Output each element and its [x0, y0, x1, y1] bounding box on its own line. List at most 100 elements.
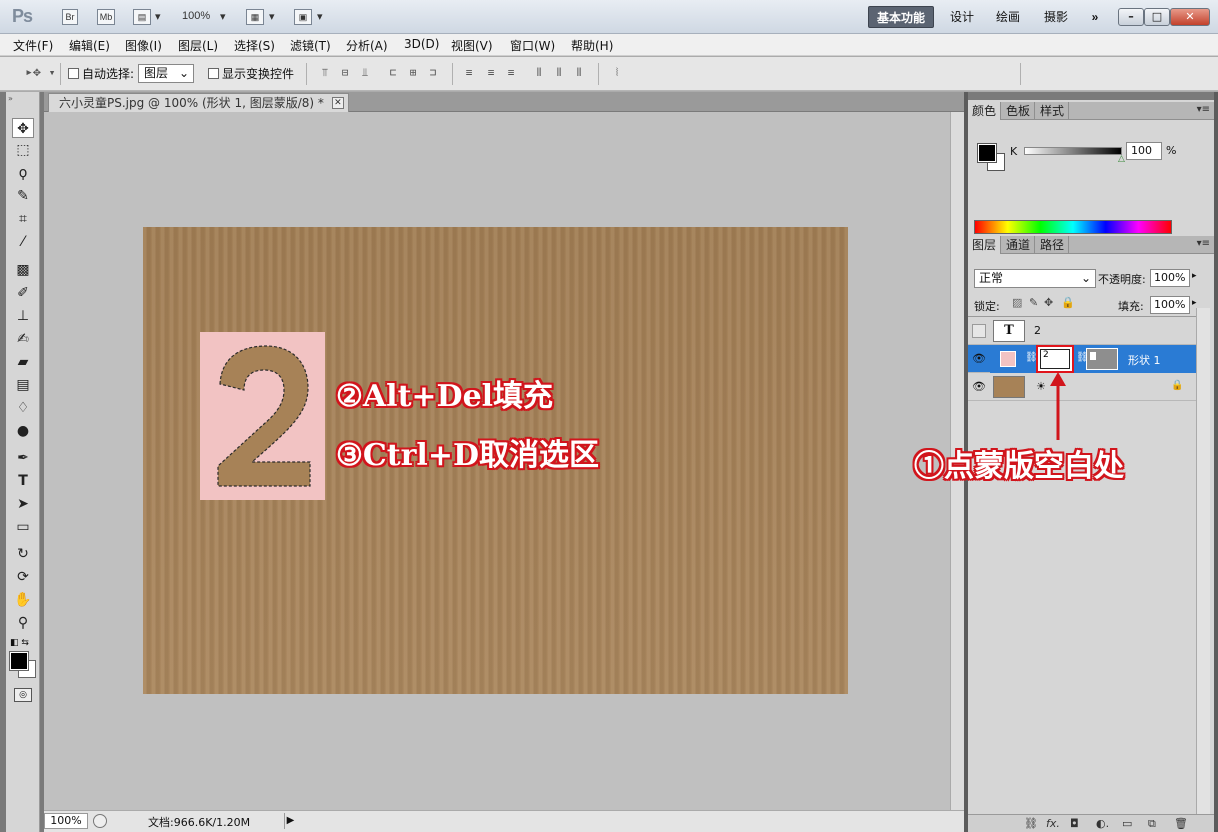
screen-mode-dropdown-icon[interactable]: ▾ [317, 10, 323, 23]
new-layer-icon[interactable]: ⧉ [1148, 817, 1156, 831]
tab-color[interactable]: 颜色 [968, 102, 1002, 120]
menu-analysis[interactable]: 分析(A) [346, 37, 388, 54]
hand-tool-icon[interactable]: ✋ [12, 590, 34, 610]
history-brush-tool-icon[interactable]: ✍ [12, 329, 34, 349]
foreground-color-swatch[interactable] [9, 651, 29, 671]
color-panel-foreground-swatch[interactable] [977, 143, 997, 163]
color-spectrum-bar[interactable] [974, 220, 1172, 234]
more-workspaces-icon[interactable]: » [1084, 6, 1106, 28]
lock-pixels-icon[interactable]: ✎ [1029, 296, 1038, 309]
k-slider[interactable] [1024, 147, 1122, 155]
extras-icon[interactable]: ▤ [133, 9, 151, 25]
auto-select-checkbox[interactable] [68, 68, 79, 79]
auto-select-target-select[interactable]: 图层 ⌄ [138, 64, 194, 83]
document-tab[interactable]: 六小灵童PS.jpg @ 100% (形状 1, 图层蒙版/8) * ✕ [48, 93, 349, 112]
distribute-right-icon[interactable]: ⦀ [572, 66, 586, 80]
opacity-field[interactable]: 100% [1150, 269, 1190, 287]
menu-edit[interactable]: 编辑(E) [69, 37, 110, 54]
close-document-icon[interactable]: ✕ [331, 97, 344, 109]
maximize-button[interactable]: □ [1144, 8, 1170, 26]
distribute-left-icon[interactable]: ⦀ [532, 66, 546, 80]
eye-icon[interactable]: 👁 [972, 352, 986, 366]
layer-row-text[interactable]: T 2 [968, 317, 1196, 345]
opacity-dropdown-icon[interactable]: ▸ [1192, 271, 1197, 281]
workspace-painting[interactable]: 绘画 [990, 6, 1026, 28]
bridge-button[interactable]: Br [62, 9, 78, 25]
fill-field[interactable]: 100% [1150, 296, 1190, 314]
layer-mask-thumbnail[interactable]: 2 [1036, 345, 1074, 373]
lasso-tool-icon[interactable]: ϙ [12, 163, 34, 183]
blur-tool-icon[interactable]: ♢ [12, 398, 34, 418]
eye-icon[interactable]: 👁 [972, 380, 986, 394]
menu-layer[interactable]: 图层(L) [178, 37, 218, 54]
workspace-essentials[interactable]: 基本功能 [868, 6, 934, 28]
new-group-icon[interactable]: ▭ [1122, 817, 1132, 830]
panel-menu-icon[interactable]: ▾≡ [1197, 238, 1210, 249]
status-info-icon[interactable] [93, 814, 107, 828]
workspace-design[interactable]: 设计 [944, 6, 980, 28]
eyedropper-tool-icon[interactable]: ⁄ [12, 232, 34, 252]
align-vcenter-icon[interactable]: ⊟ [338, 66, 352, 80]
move-tool-preset-icon[interactable]: ▸✥ [20, 66, 46, 80]
align-bottom-icon[interactable]: ⫫ [358, 66, 372, 80]
zoom-dropdown-icon[interactable]: ▾ [220, 10, 226, 23]
default-colors-icon[interactable]: ◧ ⇆ [10, 638, 29, 648]
eraser-tool-icon[interactable]: ▰ [12, 352, 34, 372]
menu-filter[interactable]: 滤镜(T) [290, 37, 331, 54]
blend-mode-select[interactable]: 正常 ⌄ [974, 269, 1096, 288]
close-window-button[interactable]: ✕ [1170, 8, 1210, 26]
marquee-tool-icon[interactable]: ⬚ [12, 140, 34, 160]
zoom-field[interactable]: 100% [44, 813, 88, 829]
align-top-icon[interactable]: ⫪ [318, 66, 332, 80]
link-layers-icon[interactable]: ⛓ [1024, 817, 1038, 830]
layers-scrollbar[interactable] [1196, 308, 1210, 816]
crop-tool-icon[interactable]: ⌗ [12, 209, 34, 229]
extras-dropdown-icon[interactable]: ▾ [155, 10, 161, 23]
move-tool-icon[interactable]: ✥ [12, 118, 34, 138]
distribute-vcenter-icon[interactable]: ≡ [484, 66, 498, 80]
vector-mask-thumbnail[interactable] [1086, 348, 1118, 370]
add-mask-icon[interactable]: ◘ [1070, 817, 1079, 830]
lock-all-icon[interactable]: 🔒 [1061, 296, 1075, 309]
collapse-icon[interactable]: » [8, 94, 13, 103]
delete-layer-icon[interactable]: 🗑 [1174, 817, 1188, 830]
tab-channels[interactable]: 通道 [1002, 236, 1036, 254]
menu-image[interactable]: 图像(I) [125, 37, 162, 54]
minibridge-button[interactable]: Mb [97, 9, 115, 25]
shape-tool-icon[interactable]: ▭ [12, 517, 34, 537]
lock-position-icon[interactable]: ✥ [1044, 296, 1053, 309]
arrange-dropdown-icon[interactable]: ▾ [269, 10, 275, 23]
tab-layers[interactable]: 图层 [968, 236, 1002, 254]
tab-paths[interactable]: 路径 [1036, 236, 1070, 254]
align-left-icon[interactable]: ⊏ [386, 66, 400, 80]
3d-orbit-tool-icon[interactable]: ⟳ [12, 567, 34, 587]
show-transform-checkbox[interactable] [208, 68, 219, 79]
zoom-tool-icon[interactable]: ⚲ [12, 613, 34, 633]
menu-help[interactable]: 帮助(H) [571, 37, 613, 54]
preset-dropdown-icon[interactable]: ▾ [45, 66, 59, 80]
menu-file[interactable]: 文件(F) [13, 37, 53, 54]
menu-select[interactable]: 选择(S) [234, 37, 275, 54]
dodge-tool-icon[interactable]: ● [12, 421, 34, 441]
align-hcenter-icon[interactable]: ⊞ [406, 66, 420, 80]
tab-swatches[interactable]: 色板 [1002, 102, 1036, 120]
clone-stamp-tool-icon[interactable]: ⊥ [12, 306, 34, 326]
screen-mode-icon[interactable]: ▣ [294, 9, 312, 25]
fill-dropdown-icon[interactable]: ▸ [1192, 298, 1197, 308]
zoom-level[interactable]: 100% [182, 10, 210, 22]
gradient-tool-icon[interactable]: ▤ [12, 375, 34, 395]
pen-tool-icon[interactable]: ✒ [12, 448, 34, 468]
3d-rotate-tool-icon[interactable]: ↻ [12, 544, 34, 564]
align-right-icon[interactable]: ⊐ [426, 66, 440, 80]
layer-row-background[interactable]: 👁 ☀ 🔒 [968, 373, 1196, 401]
image-canvas[interactable]: ②Alt+Del填充 ③Ctrl+D取消选区 [143, 227, 848, 694]
menu-3d[interactable]: 3D(D) [404, 37, 439, 51]
quick-select-tool-icon[interactable]: ✎ [12, 186, 34, 206]
lock-transparency-icon[interactable]: ▨ [1012, 296, 1022, 309]
distribute-hcenter-icon[interactable]: ⦀ [552, 66, 566, 80]
layer-row-shape[interactable]: 👁 ⛓ 2 ⛓ 形状 1 [968, 345, 1196, 373]
distribute-bottom-icon[interactable]: ≡ [504, 66, 518, 80]
k-value-field[interactable]: 100 [1126, 142, 1162, 160]
workspace-photography[interactable]: 摄影 [1038, 6, 1074, 28]
minimize-button[interactable]: – [1118, 8, 1144, 26]
